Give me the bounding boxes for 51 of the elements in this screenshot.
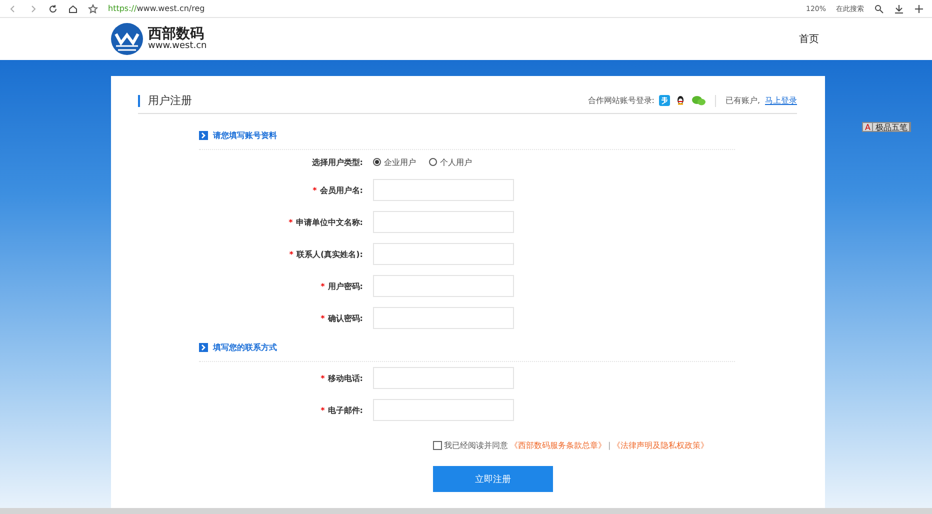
agreement-text: 我已经阅读并同意 xyxy=(444,440,508,451)
login-link[interactable]: 马上登录 xyxy=(765,95,797,106)
text-field[interactable] xyxy=(373,367,514,389)
register-button[interactable]: 立即注册 xyxy=(433,466,553,492)
required-mark: * xyxy=(289,250,294,258)
field-label: 会员用户名: xyxy=(320,184,363,196)
field-label: 申请单位中文名称: xyxy=(296,216,363,228)
text-field[interactable] xyxy=(373,399,514,421)
text-field[interactable] xyxy=(373,275,514,297)
radio-option[interactable]: 个人用户 xyxy=(429,156,472,168)
field-label: 选择用户类型: xyxy=(312,156,363,168)
section-title: 请您填写账号资料 xyxy=(213,130,277,141)
alipay-icon[interactable] xyxy=(659,95,670,106)
home-icon[interactable] xyxy=(68,4,78,14)
agree-checkbox[interactable] xyxy=(433,441,442,450)
field-label: 电子邮件: xyxy=(328,404,363,416)
required-mark: * xyxy=(312,186,317,194)
chevron-icon xyxy=(199,131,208,140)
ime-toolbar[interactable]: A 极品五笔 xyxy=(862,122,912,132)
required-mark: * xyxy=(320,406,325,414)
account-prompt: 已有账户, xyxy=(725,95,760,106)
required-mark: * xyxy=(320,314,325,322)
link-separator: | xyxy=(608,441,611,450)
card-title: 用户注册 xyxy=(138,94,192,106)
address-bar[interactable]: https://www.west.cn/reg xyxy=(108,4,796,13)
search-icon[interactable] xyxy=(874,4,884,14)
field-label: 用户密码: xyxy=(328,280,363,292)
text-field[interactable] xyxy=(373,211,514,233)
section-title: 填写您的联系方式 xyxy=(213,342,277,353)
field-label: 移动电话: xyxy=(328,372,363,384)
text-field[interactable] xyxy=(373,307,514,329)
logo-icon xyxy=(110,22,144,56)
text-field[interactable] xyxy=(373,179,514,201)
partner-login-label: 合作网站账号登录: xyxy=(588,95,654,106)
penguin-icon[interactable] xyxy=(675,95,686,106)
radio-option[interactable]: 企业用户 xyxy=(373,156,416,168)
field-label: 联系人(真实姓名): xyxy=(296,248,363,260)
download-icon[interactable] xyxy=(894,4,904,14)
logo-name: 西部数码 xyxy=(148,26,204,42)
chevron-icon xyxy=(199,343,208,352)
required-mark: * xyxy=(320,282,325,290)
text-field[interactable] xyxy=(373,243,514,265)
nav-link[interactable]: 首页 xyxy=(799,32,819,46)
reload-icon[interactable] xyxy=(48,4,58,14)
chat-icon[interactable] xyxy=(691,95,706,106)
required-mark: * xyxy=(320,374,325,382)
field-label: 确认密码: xyxy=(328,312,363,324)
required-mark: * xyxy=(288,218,293,226)
star-icon[interactable] xyxy=(88,4,98,14)
logo-domain: www.west.cn xyxy=(148,42,207,52)
plus-icon[interactable] xyxy=(914,4,924,14)
